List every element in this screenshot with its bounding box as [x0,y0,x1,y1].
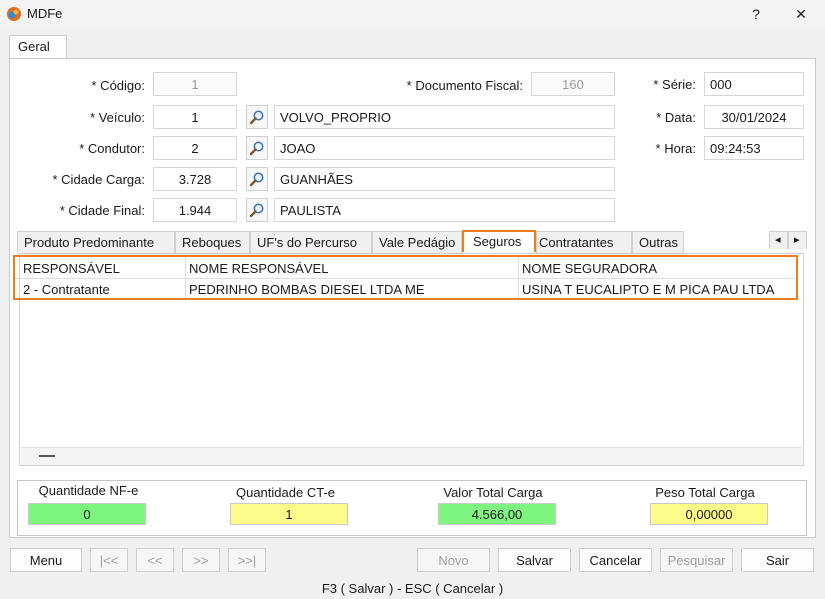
next-record-button[interactable]: >> [182,548,220,572]
serie-label: * Série: [653,77,696,92]
hora-label: * Hora: [655,141,696,156]
qtd-nfe-value: 0 [28,503,146,525]
documento-fiscal-label: * Documento Fiscal: [406,78,523,93]
app-icon [7,7,21,21]
cidade-final-label: * Cidade Final: [59,203,145,218]
magnifier-icon [249,172,264,187]
condutor-search-button[interactable] [246,136,268,160]
title-bar: MDFe ? ✕ [0,0,825,28]
magnifier-icon [249,110,264,125]
codigo-label: * Código: [91,78,145,93]
sair-button[interactable]: Sair [741,548,814,572]
close-button[interactable]: ✕ [784,2,818,26]
condutor-name-field[interactable]: JOAO [274,136,615,160]
peso-total-label: Peso Total Carga [655,485,755,500]
veiculo-code-field[interactable]: 1 [153,105,237,129]
tab-reboques[interactable]: Reboques [175,231,250,253]
menu-button[interactable]: Menu [10,548,82,572]
data-label: * Data: [656,110,696,125]
magnifier-icon [249,203,264,218]
peso-total-value: 0,00000 [650,503,768,525]
help-button[interactable]: ? [739,2,773,26]
tab-contratantes[interactable]: Contratantes [536,231,632,253]
status-bar: F3 ( Salvar ) - ESC ( Cancelar ) [321,581,504,596]
veiculo-search-button[interactable] [246,105,268,129]
window-title: MDFe [27,6,63,21]
horizontal-scrollbar[interactable] [21,447,802,465]
serie-field[interactable]: 000 [704,72,804,96]
pesquisar-button[interactable]: Pesquisar [660,548,733,572]
valor-total-label: Valor Total Carga [443,485,543,500]
cidade-carga-name-field[interactable]: GUANHÃES [274,167,615,191]
cancelar-button[interactable]: Cancelar [579,548,652,572]
tab-ufs-do-percurso[interactable]: UF's do Percurso [250,231,372,253]
tab-scroll-right-button[interactable]: ▸ [788,231,807,249]
novo-button[interactable]: Novo [417,548,490,572]
tab-geral[interactable]: Geral [9,35,67,59]
hora-field[interactable]: 09:24:53 [704,136,804,160]
veiculo-label: * Veículo: [90,110,145,125]
tab-produto-predominante[interactable]: Produto Predominante [17,231,175,253]
cidade-carga-code-field[interactable]: 3.728 [153,167,237,191]
cidade-final-search-button[interactable] [246,198,268,222]
data-field[interactable]: 30/01/2024 [704,105,804,129]
codigo-field[interactable]: 1 [153,72,237,96]
magnifier-icon [249,141,264,156]
qtd-nfe-label: Quantidade NF-e [38,483,139,498]
tab-scroll-left-button[interactable]: ◂ [769,231,788,249]
cidade-carga-label: * Cidade Carga: [52,172,146,187]
cidade-final-name-field[interactable]: PAULISTA [274,198,615,222]
qtd-cte-label: Quantidade CT-e [235,485,335,500]
first-record-button[interactable]: |<< [90,548,128,572]
qtd-cte-value: 1 [230,503,348,525]
documento-fiscal-field[interactable]: 160 [531,72,615,96]
veiculo-name-field[interactable]: VOLVO_PROPRIO [274,105,615,129]
grid-highlight [13,255,798,300]
condutor-code-field[interactable]: 2 [153,136,237,160]
salvar-button[interactable]: Salvar [498,548,571,572]
cidade-final-code-field[interactable]: 1.944 [153,198,237,222]
totals-panel: Quantidade NF-e 0 Quantidade CT-e 1 Valo… [17,480,807,536]
condutor-label: * Condutor: [79,141,145,156]
tab-vale-pedagio[interactable]: Vale Pedágio [372,231,462,253]
cidade-carga-search-button[interactable] [246,167,268,191]
tab-seguros[interactable]: Seguros [462,230,536,252]
previous-record-button[interactable]: << [136,548,174,572]
last-record-button[interactable]: >>| [228,548,266,572]
subtab-strip: Produto Predominante Reboques UF's do Pe… [17,230,807,253]
scroll-thumb[interactable] [39,455,55,457]
valor-total-value: 4.566,00 [438,503,556,525]
tab-outras[interactable]: Outras [632,231,684,253]
